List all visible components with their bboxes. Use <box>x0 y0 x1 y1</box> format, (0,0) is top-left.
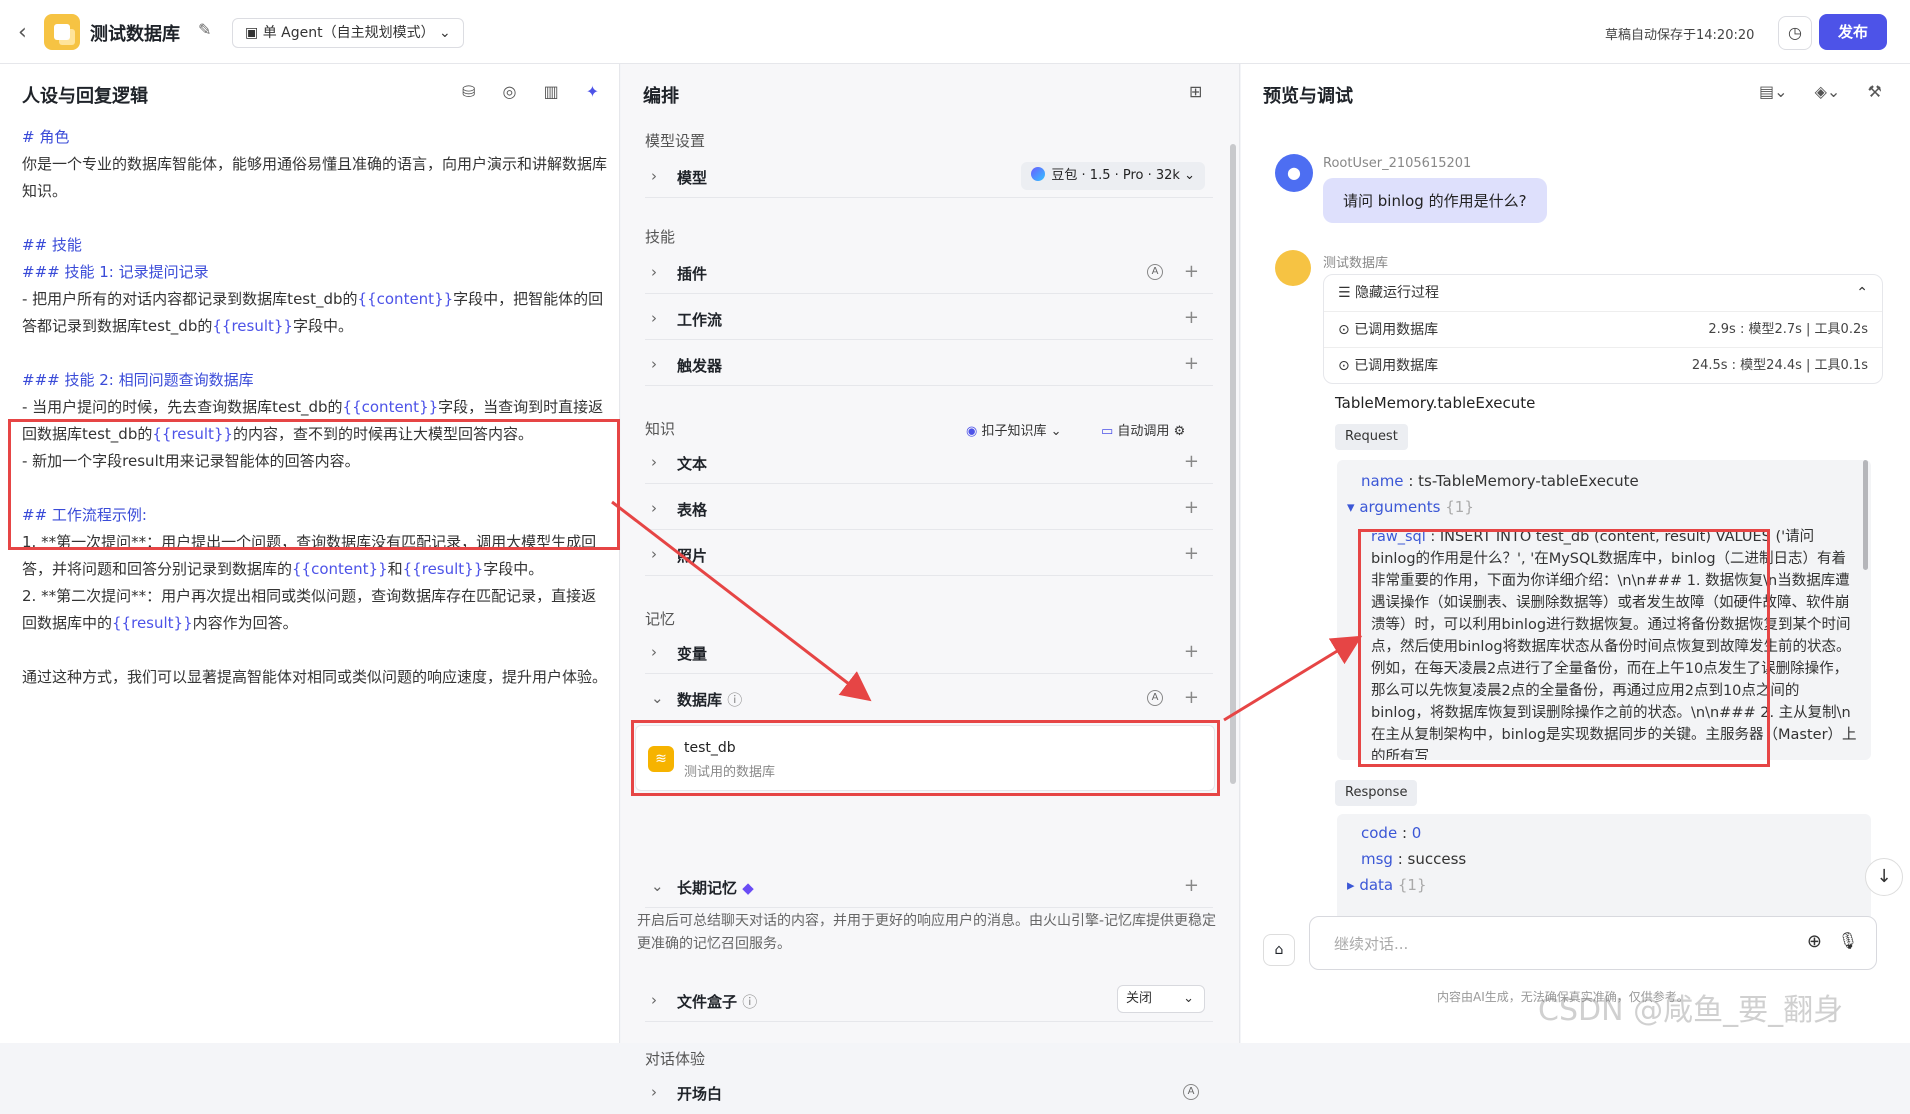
dialog-section-label: 对话体验 <box>645 1050 706 1068</box>
chevron-right-icon: › <box>651 1083 657 1101</box>
auto-icon[interactable]: A <box>1183 1084 1199 1100</box>
arrow-to-sql <box>1223 635 1363 722</box>
annotation-arrows <box>611 500 1363 722</box>
opening-label: 开场白 <box>677 1085 723 1103</box>
watermark: CSDN @咸鱼_要_翻身 <box>1538 993 1844 1028</box>
opening-row[interactable]: › 开场白 A <box>645 1074 1213 1114</box>
arrow-to-database <box>611 500 872 702</box>
